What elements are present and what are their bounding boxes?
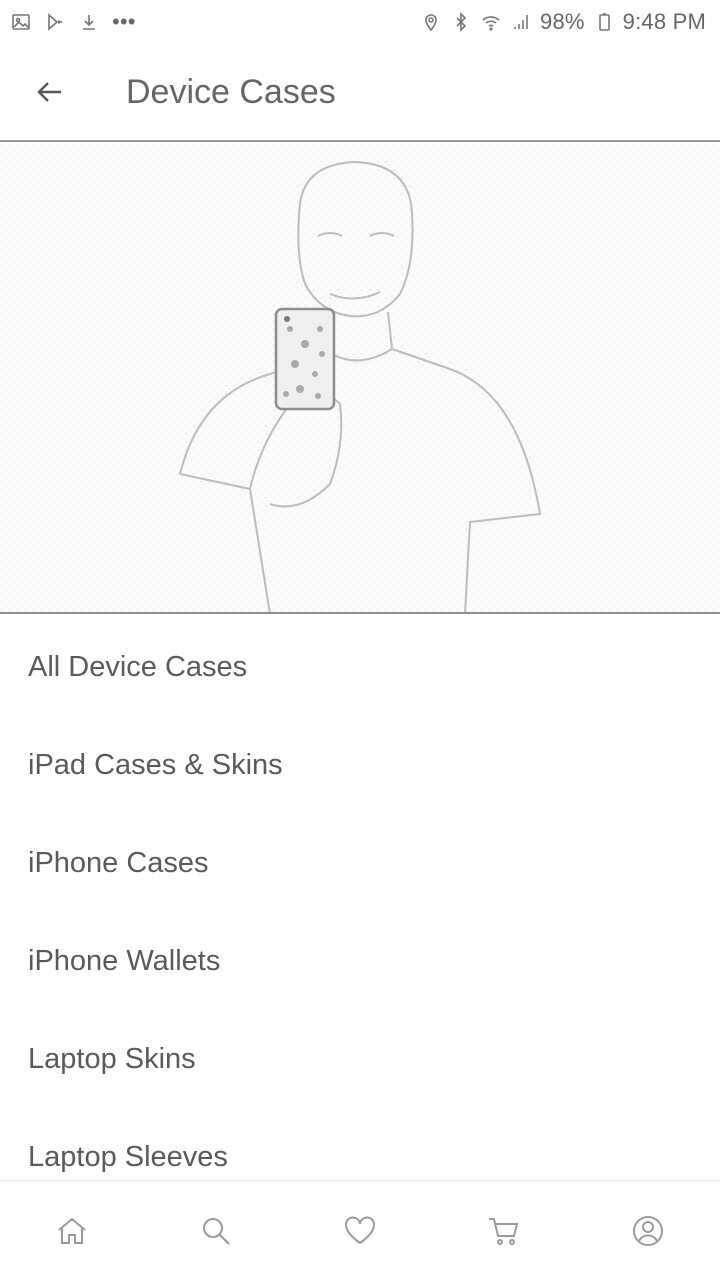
hero-banner-image[interactable]	[0, 144, 720, 614]
category-all-device-cases[interactable]: All Device Cases	[0, 618, 720, 716]
clock: 9:48 PM	[622, 9, 706, 34]
heart-icon	[345, 1216, 375, 1244]
back-arrow-icon	[37, 82, 61, 102]
battery-percent: 98%	[540, 9, 585, 34]
status-bar: ••• 98% 9:48 PM	[0, 0, 720, 44]
signal-icon	[510, 11, 532, 33]
category-ipad-cases-skins[interactable]: iPad Cases & Skins	[0, 716, 720, 814]
battery-icon	[593, 11, 615, 33]
search-icon	[203, 1217, 230, 1245]
home-icon	[58, 1217, 86, 1244]
category-laptop-skins[interactable]: Laptop Skins	[0, 1010, 720, 1108]
wifi-icon	[480, 11, 502, 33]
person-with-phone-case-photo	[0, 144, 720, 612]
back-button[interactable]	[0, 43, 100, 141]
more-notifications-icon: •••	[112, 9, 136, 34]
category-iphone-cases[interactable]: iPhone Cases	[0, 814, 720, 912]
location-icon	[420, 11, 442, 33]
nav-profile[interactable]	[608, 1191, 688, 1271]
category-iphone-wallets[interactable]: iPhone Wallets	[0, 912, 720, 1010]
status-left: •••	[10, 9, 136, 35]
bluetooth-icon	[450, 11, 472, 33]
status-right: 98% 9:48 PM	[420, 9, 706, 35]
profile-icon	[633, 1215, 663, 1246]
nav-home[interactable]	[32, 1191, 112, 1271]
cart-icon	[489, 1217, 519, 1245]
bottom-navigation	[0, 1180, 720, 1280]
nav-favorites[interactable]	[320, 1191, 400, 1271]
download-icon	[78, 11, 100, 33]
image-notification-icon	[10, 11, 32, 33]
nav-cart[interactable]	[464, 1191, 544, 1271]
play-store-icon	[44, 11, 66, 33]
nav-search[interactable]	[176, 1191, 256, 1271]
category-list: All Device Cases iPad Cases & Skins iPho…	[0, 618, 720, 1206]
app-bar: Device Cases	[0, 44, 720, 142]
page-title: Device Cases	[126, 72, 336, 111]
